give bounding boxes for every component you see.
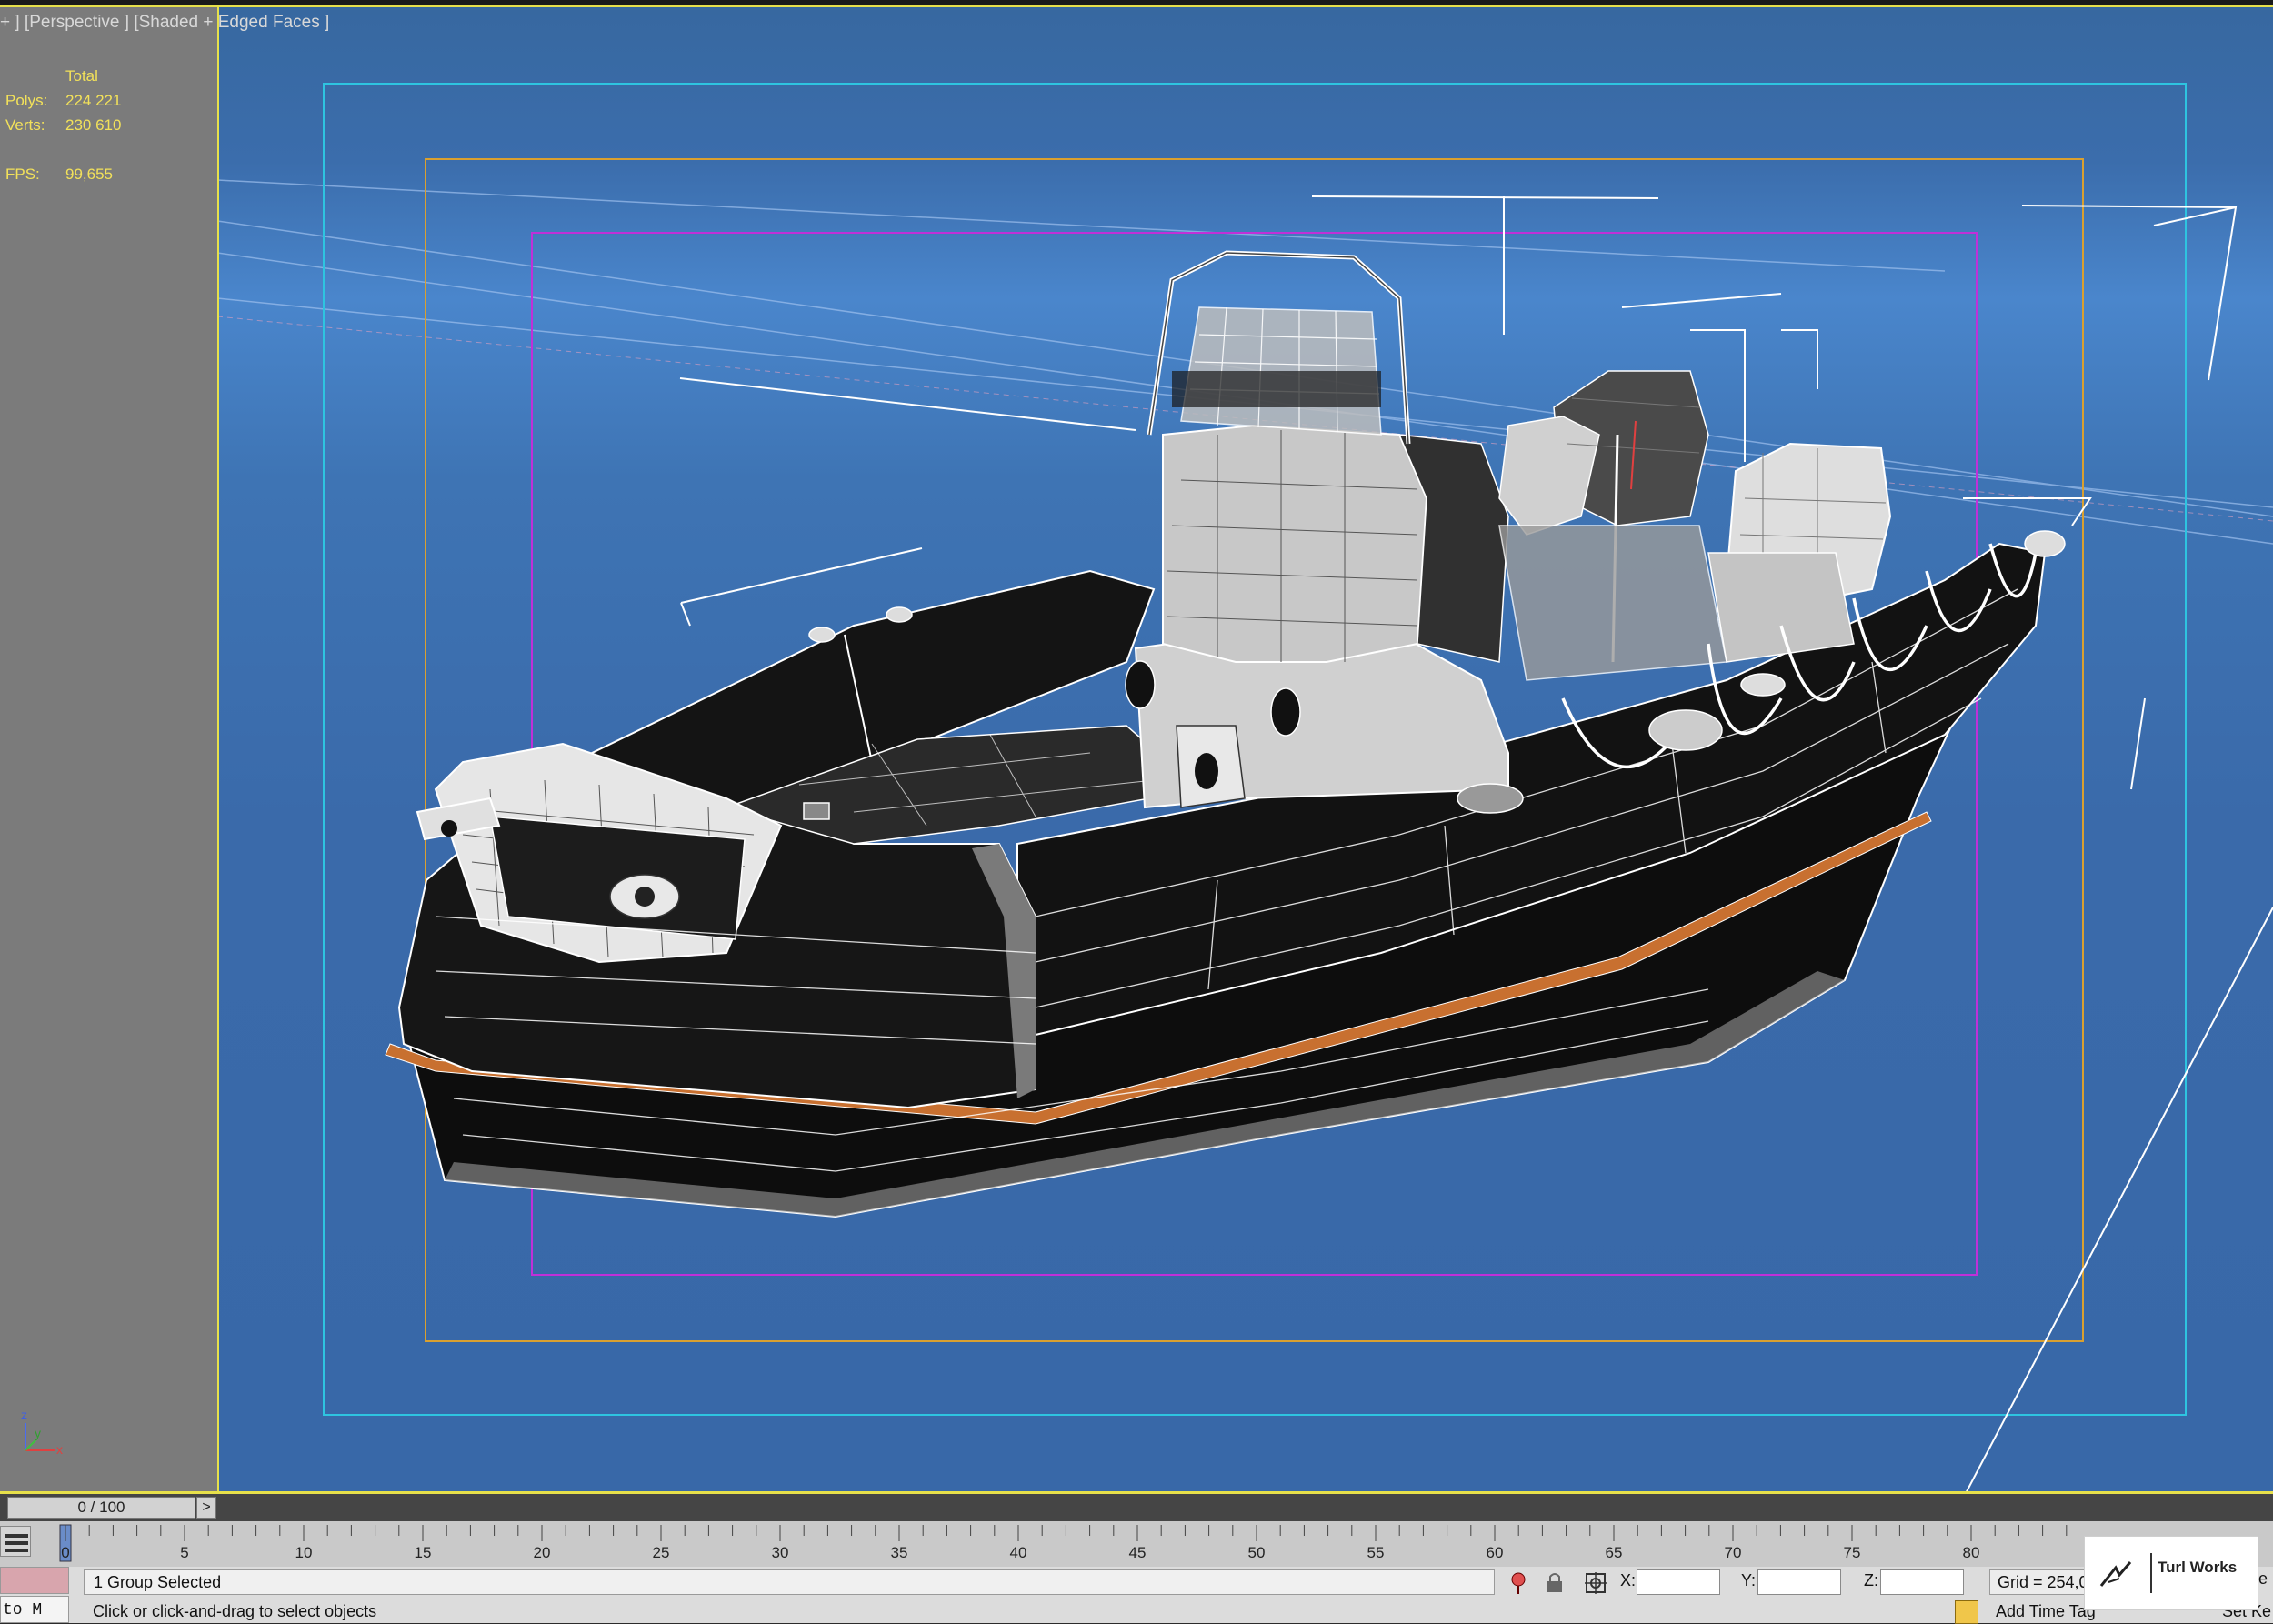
top-bar xyxy=(0,0,2273,7)
perspective-viewport[interactable] xyxy=(217,7,2273,1491)
axis-tripod-icon: z y x xyxy=(16,1403,71,1458)
watermark-logo: Turl Works xyxy=(2084,1536,2258,1610)
logo-mark-icon xyxy=(2099,1561,2132,1587)
y-coord-input[interactable] xyxy=(1757,1569,1841,1595)
track-bar-ruler: 0 5 10 15 20 25 30 35 40 45 50 55 60 65 70 75 80 xyxy=(59,1524,2068,1562)
track-tick-label: 15 xyxy=(415,1544,432,1561)
z-coord-label: Z: xyxy=(1864,1571,1878,1589)
time-slider-bar xyxy=(0,1494,2273,1521)
absolute-mode-transform-icon[interactable] xyxy=(1582,1569,1609,1597)
track-tick-label: 70 xyxy=(1725,1544,1742,1561)
y-coord-label: Y: xyxy=(1741,1571,1757,1589)
maxscript-mini-listener[interactable]: to M xyxy=(0,1596,69,1623)
track-tick-label: 80 xyxy=(1963,1544,1980,1561)
track-tick-label: 25 xyxy=(653,1544,670,1561)
grid-size-display: Grid = 254,0 xyxy=(1989,1569,2089,1595)
track-tick-label: 55 xyxy=(1367,1544,1385,1561)
track-tick-label: 60 xyxy=(1487,1544,1504,1561)
prompt-line: Click or click-and-drag to select object… xyxy=(93,1602,377,1620)
maxscript-listener-cell[interactable] xyxy=(0,1567,69,1594)
track-tick-label: 35 xyxy=(891,1544,908,1561)
viewport-label[interactable]: + ] [Perspective ] [Shaded + Edged Faces… xyxy=(0,13,329,33)
verts-value: 230 610 xyxy=(65,116,122,134)
stats-panel: Total Polys: 224 221 Verts: 230 610 FPS: 99… xyxy=(0,7,217,1491)
axis-x-label: x xyxy=(56,1442,63,1457)
isolate-selection-icon[interactable] xyxy=(1505,1569,1532,1597)
track-tick-label: 5 xyxy=(180,1544,188,1561)
next-frame-button[interactable]: > xyxy=(196,1497,216,1519)
add-time-tag[interactable]: Add Time Tag xyxy=(1996,1602,2096,1621)
stats-label: Verts: xyxy=(5,116,45,134)
track-tick-label: 30 xyxy=(772,1544,789,1561)
axis-z-label: z xyxy=(21,1408,27,1422)
stats-label: FPS: xyxy=(5,165,40,183)
viewport-statistics: Total Polys: 224 221 Verts: 230 610 FPS: 99… xyxy=(5,64,121,186)
x-coord-input[interactable] xyxy=(1637,1569,1720,1595)
track-tick-label: 10 xyxy=(295,1544,313,1561)
track-tick-label: 65 xyxy=(1606,1544,1623,1561)
x-coord-label: X: xyxy=(1620,1571,1637,1589)
time-slider[interactable]: 0 / 100 xyxy=(7,1497,195,1519)
track-bar[interactable]: 0 5 10 15 20 25 30 35 40 45 50 55 60 65 70 75 80 xyxy=(0,1521,2273,1567)
logo-text: Turl Works xyxy=(2158,1559,2238,1576)
track-tick-label: 40 xyxy=(1010,1544,1027,1561)
track-tick-label: 45 xyxy=(1129,1544,1147,1561)
selection-info: 1 Group Selected xyxy=(84,1569,1495,1595)
z-coord-input[interactable] xyxy=(1880,1569,1964,1595)
track-tick-label: 20 xyxy=(534,1544,551,1561)
track-tick-label: 50 xyxy=(1248,1544,1266,1561)
track-tick-label: 75 xyxy=(1844,1544,1861,1561)
stats-label: Polys: xyxy=(5,92,48,109)
stats-header: Total xyxy=(65,67,98,85)
boat-scene xyxy=(217,83,2273,1491)
lock-selection-icon[interactable] xyxy=(1541,1569,1568,1597)
curve-editor-icon[interactable] xyxy=(0,1526,31,1557)
polys-value: 224 221 xyxy=(65,92,122,109)
fps-value: 99,655 xyxy=(65,165,113,183)
axis-y-label: y xyxy=(35,1426,41,1440)
time-tag-icon[interactable] xyxy=(1955,1600,1978,1624)
track-tick-label: 0 xyxy=(61,1544,69,1561)
